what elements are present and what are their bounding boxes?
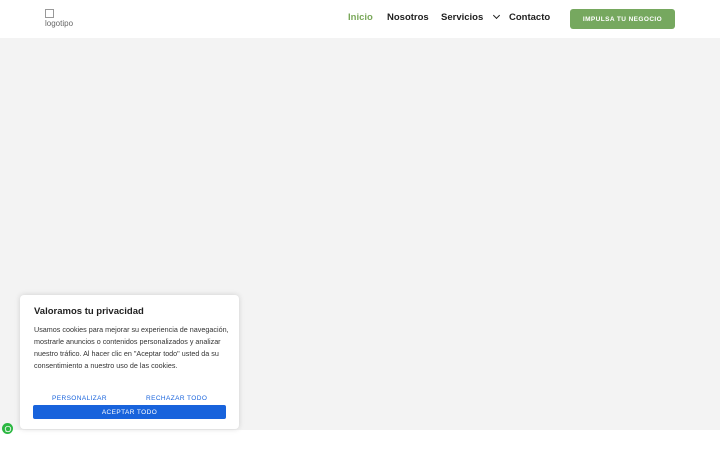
nav-link-nosotros[interactable]: Nosotros [387,12,429,23]
chevron-down-icon [492,11,500,20]
nav-link-contacto[interactable]: Contacto [509,12,550,23]
reject-all-button[interactable]: RECHAZAR TODO [146,395,207,402]
nav-link-servicios[interactable]: Servicios [441,11,500,23]
broken-image-icon [45,9,54,18]
impulsa-negocio-button[interactable]: IMPULSA TU NEGOCIO [570,9,675,29]
customize-cookies-button[interactable]: PERSONALIZAR [52,395,107,402]
site-header: logotipo Inicio Nosotros Servicios Conta… [0,0,720,38]
logo-link[interactable]: logotipo [45,9,75,31]
cookie-banner-title: Valoramos tu privacidad [34,306,144,317]
nav-servicios-label: Servicios [441,12,484,23]
cookie-banner-text: Usamos cookies para mejorar su experienc… [34,325,229,370]
accept-all-button[interactable]: ACEPTAR TODO [33,405,226,419]
whatsapp-icon[interactable] [2,423,13,434]
nav-link-inicio[interactable]: Inicio [348,12,373,23]
logo-alt-text: logotipo [45,19,74,28]
